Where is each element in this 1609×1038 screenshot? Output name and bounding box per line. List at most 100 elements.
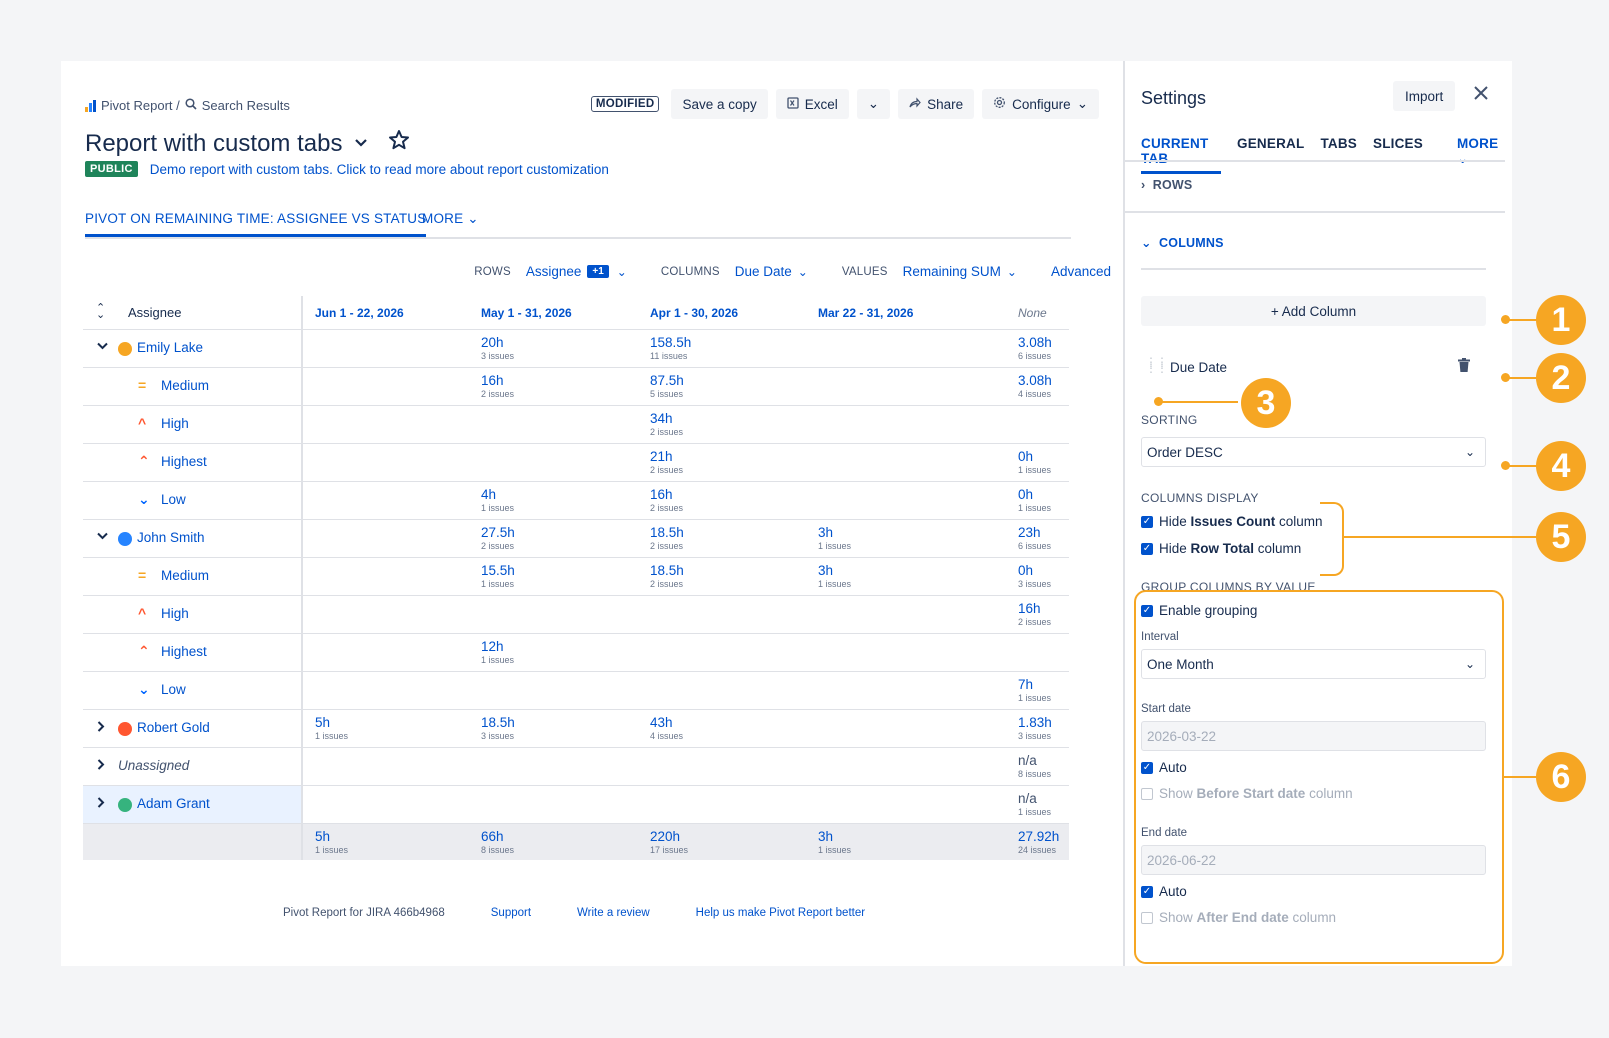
value-cell[interactable]: 12h 1 issues (481, 640, 514, 666)
chevron-down-icon[interactable] (97, 341, 108, 353)
assignee-name[interactable]: Robert Gold (137, 720, 210, 735)
tab-more[interactable]: MORE ⌄ (422, 211, 479, 227)
value-cell[interactable]: 3.08h 4 issues (1018, 374, 1052, 400)
rows-section-toggle[interactable]: › ROWS (1141, 178, 1192, 192)
row-header-cell[interactable]: Adam Grant (83, 786, 303, 823)
import-button[interactable]: Import (1393, 81, 1456, 111)
column-header[interactable]: Apr 1 - 30, 2026 (650, 306, 738, 320)
value-cell[interactable]: 20h 3 issues (481, 336, 514, 362)
chevron-right-icon[interactable] (97, 797, 105, 811)
chevron-right-icon[interactable] (97, 721, 105, 735)
value-cell[interactable]: 1.83h 3 issues (1018, 716, 1052, 742)
row-header-cell[interactable]: ⌃ Highest (83, 444, 303, 481)
row-header-cell[interactable]: = Medium (83, 368, 303, 405)
values-selector[interactable]: Remaining SUM (903, 264, 1001, 279)
settings-tab-more[interactable]: MORE ⌄ (1457, 136, 1503, 174)
support-link[interactable]: Support (491, 907, 531, 919)
value-cell[interactable]: 27.92h 24 issues (1018, 830, 1059, 856)
priority-name[interactable]: Highest (161, 644, 207, 659)
breadcrumb-search[interactable]: Search Results (202, 98, 290, 113)
value-cell[interactable]: n/a 8 issues (1018, 754, 1051, 780)
add-column-button[interactable]: + Add Column (1141, 296, 1486, 326)
row-header-cell[interactable]: ⌄ Low (83, 482, 303, 519)
assignee-name[interactable]: John Smith (137, 530, 205, 545)
value-cell[interactable]: 18.5h 2 issues (650, 564, 684, 590)
rows-selector[interactable]: Assignee (526, 264, 582, 279)
settings-tab-general[interactable]: GENERAL (1237, 136, 1304, 174)
settings-tab-tabs[interactable]: TABS (1320, 136, 1357, 174)
value-cell[interactable]: 158.5h 11 issues (650, 336, 691, 362)
chevron-down-icon[interactable]: ⌄ (798, 265, 808, 279)
chevron-right-icon[interactable] (97, 759, 105, 773)
row-header-cell[interactable]: Unassigned (83, 748, 303, 785)
advanced-link[interactable]: Advanced (1051, 264, 1111, 279)
value-cell[interactable]: 0h 1 issues (1018, 488, 1051, 514)
priority-name[interactable]: Low (161, 682, 186, 697)
column-header[interactable]: Mar 22 - 31, 2026 (818, 306, 913, 320)
value-cell[interactable]: 5h 1 issues (315, 830, 348, 856)
excel-button[interactable]: Excel (775, 89, 849, 119)
chevron-down-icon[interactable] (354, 135, 368, 153)
value-cell[interactable]: 16h 2 issues (481, 374, 514, 400)
row-header-cell[interactable]: John Smith (83, 520, 303, 557)
column-header[interactable]: May 1 - 31, 2026 (481, 306, 572, 320)
settings-tab-current[interactable]: CURRENT TAB (1141, 136, 1222, 174)
value-cell[interactable]: n/a 1 issues (1018, 792, 1051, 818)
value-cell[interactable]: 43h 4 issues (650, 716, 683, 742)
value-cell[interactable]: 15.5h 1 issues (481, 564, 515, 590)
star-icon[interactable] (388, 129, 410, 158)
value-cell[interactable]: 0h 1 issues (1018, 450, 1051, 476)
value-cell[interactable]: 4h 1 issues (481, 488, 514, 514)
value-cell[interactable]: 21h 2 issues (650, 450, 683, 476)
column-header[interactable]: Jun 1 - 22, 2026 (315, 306, 404, 320)
write-review-link[interactable]: Write a review (577, 907, 650, 919)
row-header-cell[interactable]: Emily Lake (83, 330, 303, 367)
breadcrumb-app[interactable]: Pivot Report / (101, 98, 180, 113)
value-cell[interactable]: 34h 2 issues (650, 412, 683, 438)
trash-icon[interactable] (1458, 358, 1470, 372)
value-cell[interactable]: 7h 1 issues (1018, 678, 1051, 704)
priority-name[interactable]: Medium (161, 378, 209, 393)
value-cell[interactable]: 16h 2 issues (1018, 602, 1051, 628)
share-button[interactable]: Share (898, 89, 975, 119)
row-header-cell[interactable]: = Medium (83, 558, 303, 595)
priority-name[interactable]: Medium (161, 568, 209, 583)
sorting-select[interactable]: Order DESC ⌄ (1141, 437, 1486, 467)
value-cell[interactable]: 220h 17 issues (650, 830, 688, 856)
assignee-name[interactable]: Adam Grant (137, 796, 210, 811)
value-cell[interactable]: 23h 6 issues (1018, 526, 1051, 552)
hide-issues-count-checkbox[interactable]: ✓ Hide Issues Count column (1141, 514, 1323, 529)
sort-icon[interactable]: ⌃ ⌄ (96, 303, 105, 321)
row-header-cell[interactable]: ⌃ Highest (83, 634, 303, 671)
value-cell[interactable]: 18.5h 2 issues (650, 526, 684, 552)
value-cell[interactable]: 3.08h 6 issues (1018, 336, 1052, 362)
row-header-cell[interactable]: Robert Gold (83, 710, 303, 747)
assignee-name[interactable]: Unassigned (118, 758, 189, 773)
chevron-down-icon[interactable]: ⌄ (617, 265, 627, 279)
row-header-cell[interactable]: ^ High (83, 406, 303, 443)
row-header-cell[interactable]: ⌄ Low (83, 672, 303, 709)
value-cell[interactable]: 3h 1 issues (818, 564, 851, 590)
configure-button[interactable]: Configure ⌄ (982, 89, 1099, 119)
row-header-cell[interactable]: ^ High (83, 596, 303, 633)
columns-section-toggle[interactable]: ⌄ COLUMNS (1141, 235, 1224, 250)
value-cell[interactable]: 16h 2 issues (650, 488, 683, 514)
value-cell[interactable]: 18.5h 3 issues (481, 716, 515, 742)
help-link[interactable]: Help us make Pivot Report better (696, 907, 865, 919)
chevron-down-icon[interactable]: ⌄ (1007, 265, 1017, 279)
drag-handle-icon[interactable]: ⋮⋮ ⋮⋮ (1145, 356, 1168, 374)
column-header[interactable]: None (1018, 306, 1047, 320)
assignee-name[interactable]: Emily Lake (137, 340, 203, 355)
priority-name[interactable]: Low (161, 492, 186, 507)
priority-name[interactable]: High (161, 416, 189, 431)
excel-dropdown-button[interactable]: ⌄ (856, 89, 891, 119)
value-cell[interactable]: 87.5h 5 issues (650, 374, 684, 400)
priority-name[interactable]: High (161, 606, 189, 621)
priority-name[interactable]: Highest (161, 454, 207, 469)
value-cell[interactable]: 0h 3 issues (1018, 564, 1051, 590)
columns-selector[interactable]: Due Date (735, 264, 792, 279)
hide-row-total-checkbox[interactable]: ✓ Hide Row Total column (1141, 541, 1301, 556)
value-cell[interactable]: 3h 1 issues (818, 830, 851, 856)
value-cell[interactable]: 66h 8 issues (481, 830, 514, 856)
report-description-link[interactable]: Demo report with custom tabs. Click to r… (150, 162, 609, 177)
